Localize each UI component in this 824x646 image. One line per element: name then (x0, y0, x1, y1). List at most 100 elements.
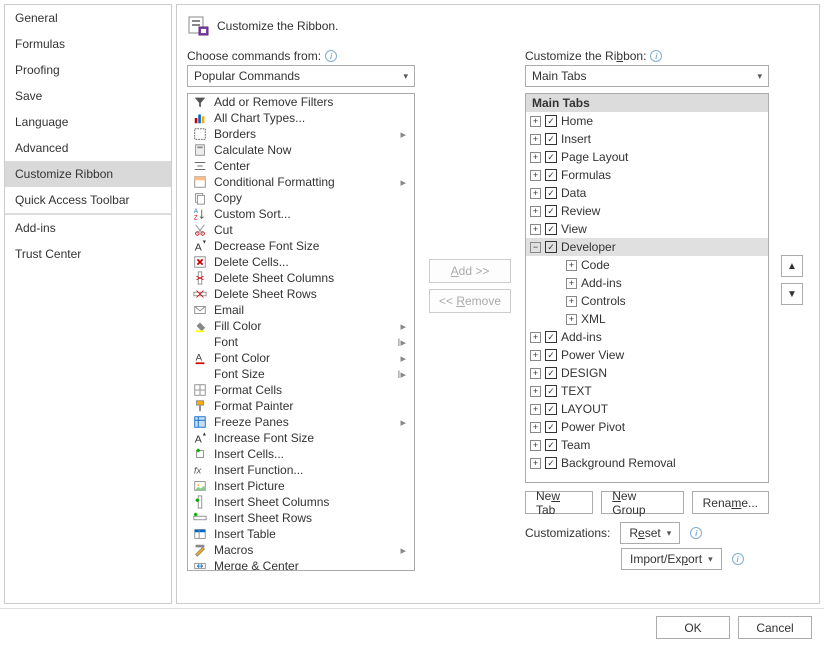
expand-icon[interactable]: + (530, 368, 541, 379)
expand-icon[interactable]: + (530, 206, 541, 217)
command-delete-cells-[interactable]: Delete Cells... (188, 254, 414, 270)
command-format-cells[interactable]: Format Cells (188, 382, 414, 398)
tab-design[interactable]: +✓DESIGN (526, 364, 768, 382)
command-insert-picture[interactable]: Insert Picture (188, 478, 414, 494)
import-export-dropdown[interactable]: Import/Export▾ (621, 548, 722, 570)
new-group-button[interactable]: New Group (601, 491, 683, 514)
tab-background-removal[interactable]: +✓Background Removal (526, 454, 768, 472)
sidebar-item-general[interactable]: General (5, 5, 171, 31)
tab-team[interactable]: +✓Team (526, 436, 768, 454)
checkbox[interactable]: ✓ (545, 187, 557, 199)
expand-icon[interactable]: + (566, 260, 577, 271)
ribbon-tree[interactable]: Main Tabs +✓Home+✓Insert+✓Page Layout+✓F… (525, 93, 769, 483)
group-controls[interactable]: +Controls (526, 292, 768, 310)
command-insert-table[interactable]: Insert Table (188, 526, 414, 542)
sidebar-item-trust-center[interactable]: Trust Center (5, 241, 171, 267)
tab-text[interactable]: +✓TEXT (526, 382, 768, 400)
command-copy[interactable]: Copy (188, 190, 414, 206)
command-conditional-formatting[interactable]: Conditional Formatting▸ (188, 174, 414, 190)
command-all-chart-types-[interactable]: All Chart Types... (188, 110, 414, 126)
tab-insert[interactable]: +✓Insert (526, 130, 768, 148)
command-font[interactable]: FontI▸ (188, 334, 414, 350)
command-delete-sheet-columns[interactable]: Delete Sheet Columns (188, 270, 414, 286)
command-email[interactable]: Email (188, 302, 414, 318)
expand-icon[interactable]: + (530, 116, 541, 127)
command-font-color[interactable]: AFont Color▸ (188, 350, 414, 366)
checkbox[interactable]: ✓ (545, 331, 557, 343)
tab-power-pivot[interactable]: +✓Power Pivot (526, 418, 768, 436)
tab-view[interactable]: +✓View (526, 220, 768, 238)
checkbox[interactable]: ✓ (545, 241, 557, 253)
info-icon[interactable]: i (325, 50, 337, 62)
expand-icon[interactable]: + (530, 170, 541, 181)
sidebar-item-save[interactable]: Save (5, 83, 171, 109)
command-insert-cells-[interactable]: Insert Cells... (188, 446, 414, 462)
command-add-or-remove-filters[interactable]: Add or Remove Filters (188, 94, 414, 110)
command-calculate-now[interactable]: Calculate Now (188, 142, 414, 158)
sidebar-item-proofing[interactable]: Proofing (5, 57, 171, 83)
command-freeze-panes[interactable]: Freeze Panes▸ (188, 414, 414, 430)
command-decrease-font-size[interactable]: A▼Decrease Font Size (188, 238, 414, 254)
tab-layout[interactable]: +✓LAYOUT (526, 400, 768, 418)
sidebar-item-formulas[interactable]: Formulas (5, 31, 171, 57)
expand-icon[interactable]: + (530, 188, 541, 199)
expand-icon[interactable]: + (566, 296, 577, 307)
checkbox[interactable]: ✓ (545, 457, 557, 469)
info-icon[interactable]: i (732, 553, 744, 565)
tab-home[interactable]: +✓Home (526, 112, 768, 130)
command-increase-font-size[interactable]: A▲Increase Font Size (188, 430, 414, 446)
tab-power-view[interactable]: +✓Power View (526, 346, 768, 364)
move-down-button[interactable]: ▼ (781, 283, 803, 305)
checkbox[interactable]: ✓ (545, 133, 557, 145)
command-delete-sheet-rows[interactable]: Delete Sheet Rows (188, 286, 414, 302)
cancel-button[interactable]: Cancel (738, 616, 812, 639)
group-add-ins[interactable]: +Add-ins (526, 274, 768, 292)
checkbox[interactable]: ✓ (545, 439, 557, 451)
checkbox[interactable]: ✓ (545, 403, 557, 415)
expand-icon[interactable]: + (530, 458, 541, 469)
tab-review[interactable]: +✓Review (526, 202, 768, 220)
expand-icon[interactable]: + (566, 278, 577, 289)
rename-button[interactable]: Rename... (692, 491, 769, 514)
expand-icon[interactable]: + (530, 386, 541, 397)
group-xml[interactable]: +XML (526, 310, 768, 328)
sidebar-item-language[interactable]: Language (5, 109, 171, 135)
checkbox[interactable]: ✓ (545, 223, 557, 235)
expand-icon[interactable]: + (566, 314, 577, 325)
choose-commands-dropdown[interactable]: Popular Commands ▾ (187, 65, 415, 87)
collapse-icon[interactable]: − (530, 242, 541, 253)
expand-icon[interactable]: + (530, 440, 541, 451)
expand-icon[interactable]: + (530, 224, 541, 235)
expand-icon[interactable]: + (530, 134, 541, 145)
expand-icon[interactable]: + (530, 422, 541, 433)
expand-icon[interactable]: + (530, 404, 541, 415)
command-fill-color[interactable]: Fill Color▸ (188, 318, 414, 334)
move-up-button[interactable]: ▲ (781, 255, 803, 277)
checkbox[interactable]: ✓ (545, 169, 557, 181)
ok-button[interactable]: OK (656, 616, 730, 639)
expand-icon[interactable]: + (530, 332, 541, 343)
command-merge-center[interactable]: Merge & Center (188, 558, 414, 571)
command-macros[interactable]: Macros▸ (188, 542, 414, 558)
ribbon-tabs-dropdown[interactable]: Main Tabs ▾ (525, 65, 769, 87)
group-code[interactable]: +Code (526, 256, 768, 274)
command-borders[interactable]: Borders▸ (188, 126, 414, 142)
reset-dropdown[interactable]: Reset▾ (620, 522, 680, 544)
checkbox[interactable]: ✓ (545, 421, 557, 433)
tab-data[interactable]: +✓Data (526, 184, 768, 202)
checkbox[interactable]: ✓ (545, 367, 557, 379)
command-insert-sheet-rows[interactable]: Insert Sheet Rows (188, 510, 414, 526)
command-custom-sort-[interactable]: AZCustom Sort... (188, 206, 414, 222)
tab-page-layout[interactable]: +✓Page Layout (526, 148, 768, 166)
tab-add-ins[interactable]: +✓Add-ins (526, 328, 768, 346)
command-insert-function-[interactable]: fxInsert Function... (188, 462, 414, 478)
expand-icon[interactable]: + (530, 152, 541, 163)
checkbox[interactable]: ✓ (545, 385, 557, 397)
sidebar-item-add-ins[interactable]: Add-ins (5, 215, 171, 241)
expand-icon[interactable]: + (530, 350, 541, 361)
info-icon[interactable]: i (650, 50, 662, 62)
tab-formulas[interactable]: +✓Formulas (526, 166, 768, 184)
info-icon[interactable]: i (690, 527, 702, 539)
new-tab-button[interactable]: New Tab (525, 491, 593, 514)
command-cut[interactable]: Cut (188, 222, 414, 238)
